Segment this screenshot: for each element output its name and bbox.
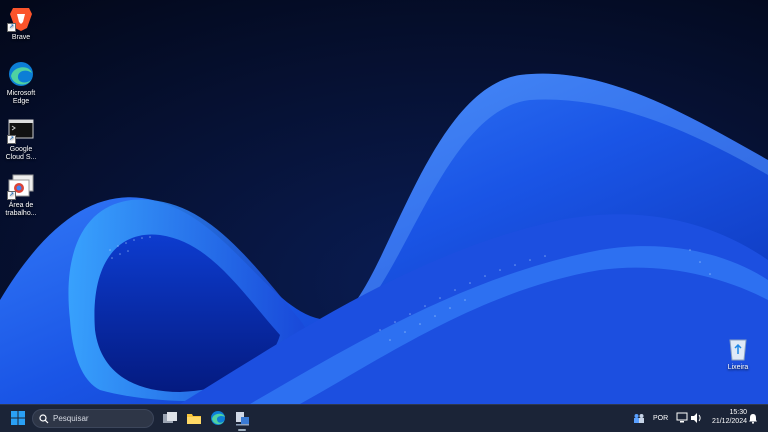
notification-bell-icon[interactable]: [748, 413, 758, 424]
server-app-icon: [236, 412, 249, 426]
desktop-icon-google-cloud-sdk[interactable]: ↗ Google Cloud S...: [0, 116, 42, 162]
desktop-icon-label: Área de trabalho...: [5, 202, 37, 217]
desktop-icon-label: Lixeira: [727, 364, 749, 371]
desktop-icon-recycle-bin[interactable]: Lixeira: [717, 334, 759, 372]
terminal-icon: ↗: [7, 116, 35, 144]
windows-icon: [11, 411, 25, 425]
desktop-icon-area-de-trabalho[interactable]: ↗ Área de trabalho...: [0, 172, 42, 218]
edge-icon: [7, 60, 35, 88]
shortcut-arrow-icon: ↗: [7, 135, 16, 144]
language-indicator[interactable]: POR: [653, 415, 668, 422]
desktop-icon-label: Google Cloud S...: [5, 146, 37, 161]
volume-icon[interactable]: [690, 412, 702, 424]
recycle-bin-icon: [724, 334, 752, 362]
search-placeholder: Pesquisar: [53, 414, 89, 423]
taskbar-search[interactable]: Pesquisar: [32, 409, 154, 428]
start-button[interactable]: [9, 409, 27, 427]
search-icon: [39, 414, 49, 424]
folder-icon: [187, 414, 201, 424]
desktop-icon-brave[interactable]: ↗ Brave: [0, 4, 42, 42]
desktop-icon-label: Brave: [11, 34, 31, 41]
shortcut-arrow-icon: ↗: [7, 191, 16, 200]
people-icon[interactable]: [633, 413, 645, 423]
network-icon[interactable]: [676, 412, 688, 424]
task-view-icon: [163, 412, 177, 423]
app-taskbar-button[interactable]: [233, 409, 251, 431]
brave-icon: ↗: [7, 4, 35, 32]
desktop-icon-label: Microsoft Edge: [6, 90, 36, 105]
wallpaper: [0, 0, 768, 404]
file-explorer-button[interactable]: [185, 409, 203, 427]
clock-date: 21/12/2024: [711, 418, 747, 425]
edge-icon: [211, 411, 225, 425]
taskbar: Pesquisar POR 15:30 21/12/2024: [0, 404, 768, 432]
clock[interactable]: 15:30 21/12/2024: [705, 409, 747, 425]
desktop-icon-microsoft-edge[interactable]: Microsoft Edge: [0, 60, 42, 106]
remote-desktop-icon: ↗: [7, 172, 35, 200]
clock-time: 15:30: [729, 409, 747, 416]
shortcut-arrow-icon: ↗: [7, 23, 16, 32]
edge-taskbar-button[interactable]: [209, 409, 227, 427]
task-view-button[interactable]: [161, 409, 179, 427]
